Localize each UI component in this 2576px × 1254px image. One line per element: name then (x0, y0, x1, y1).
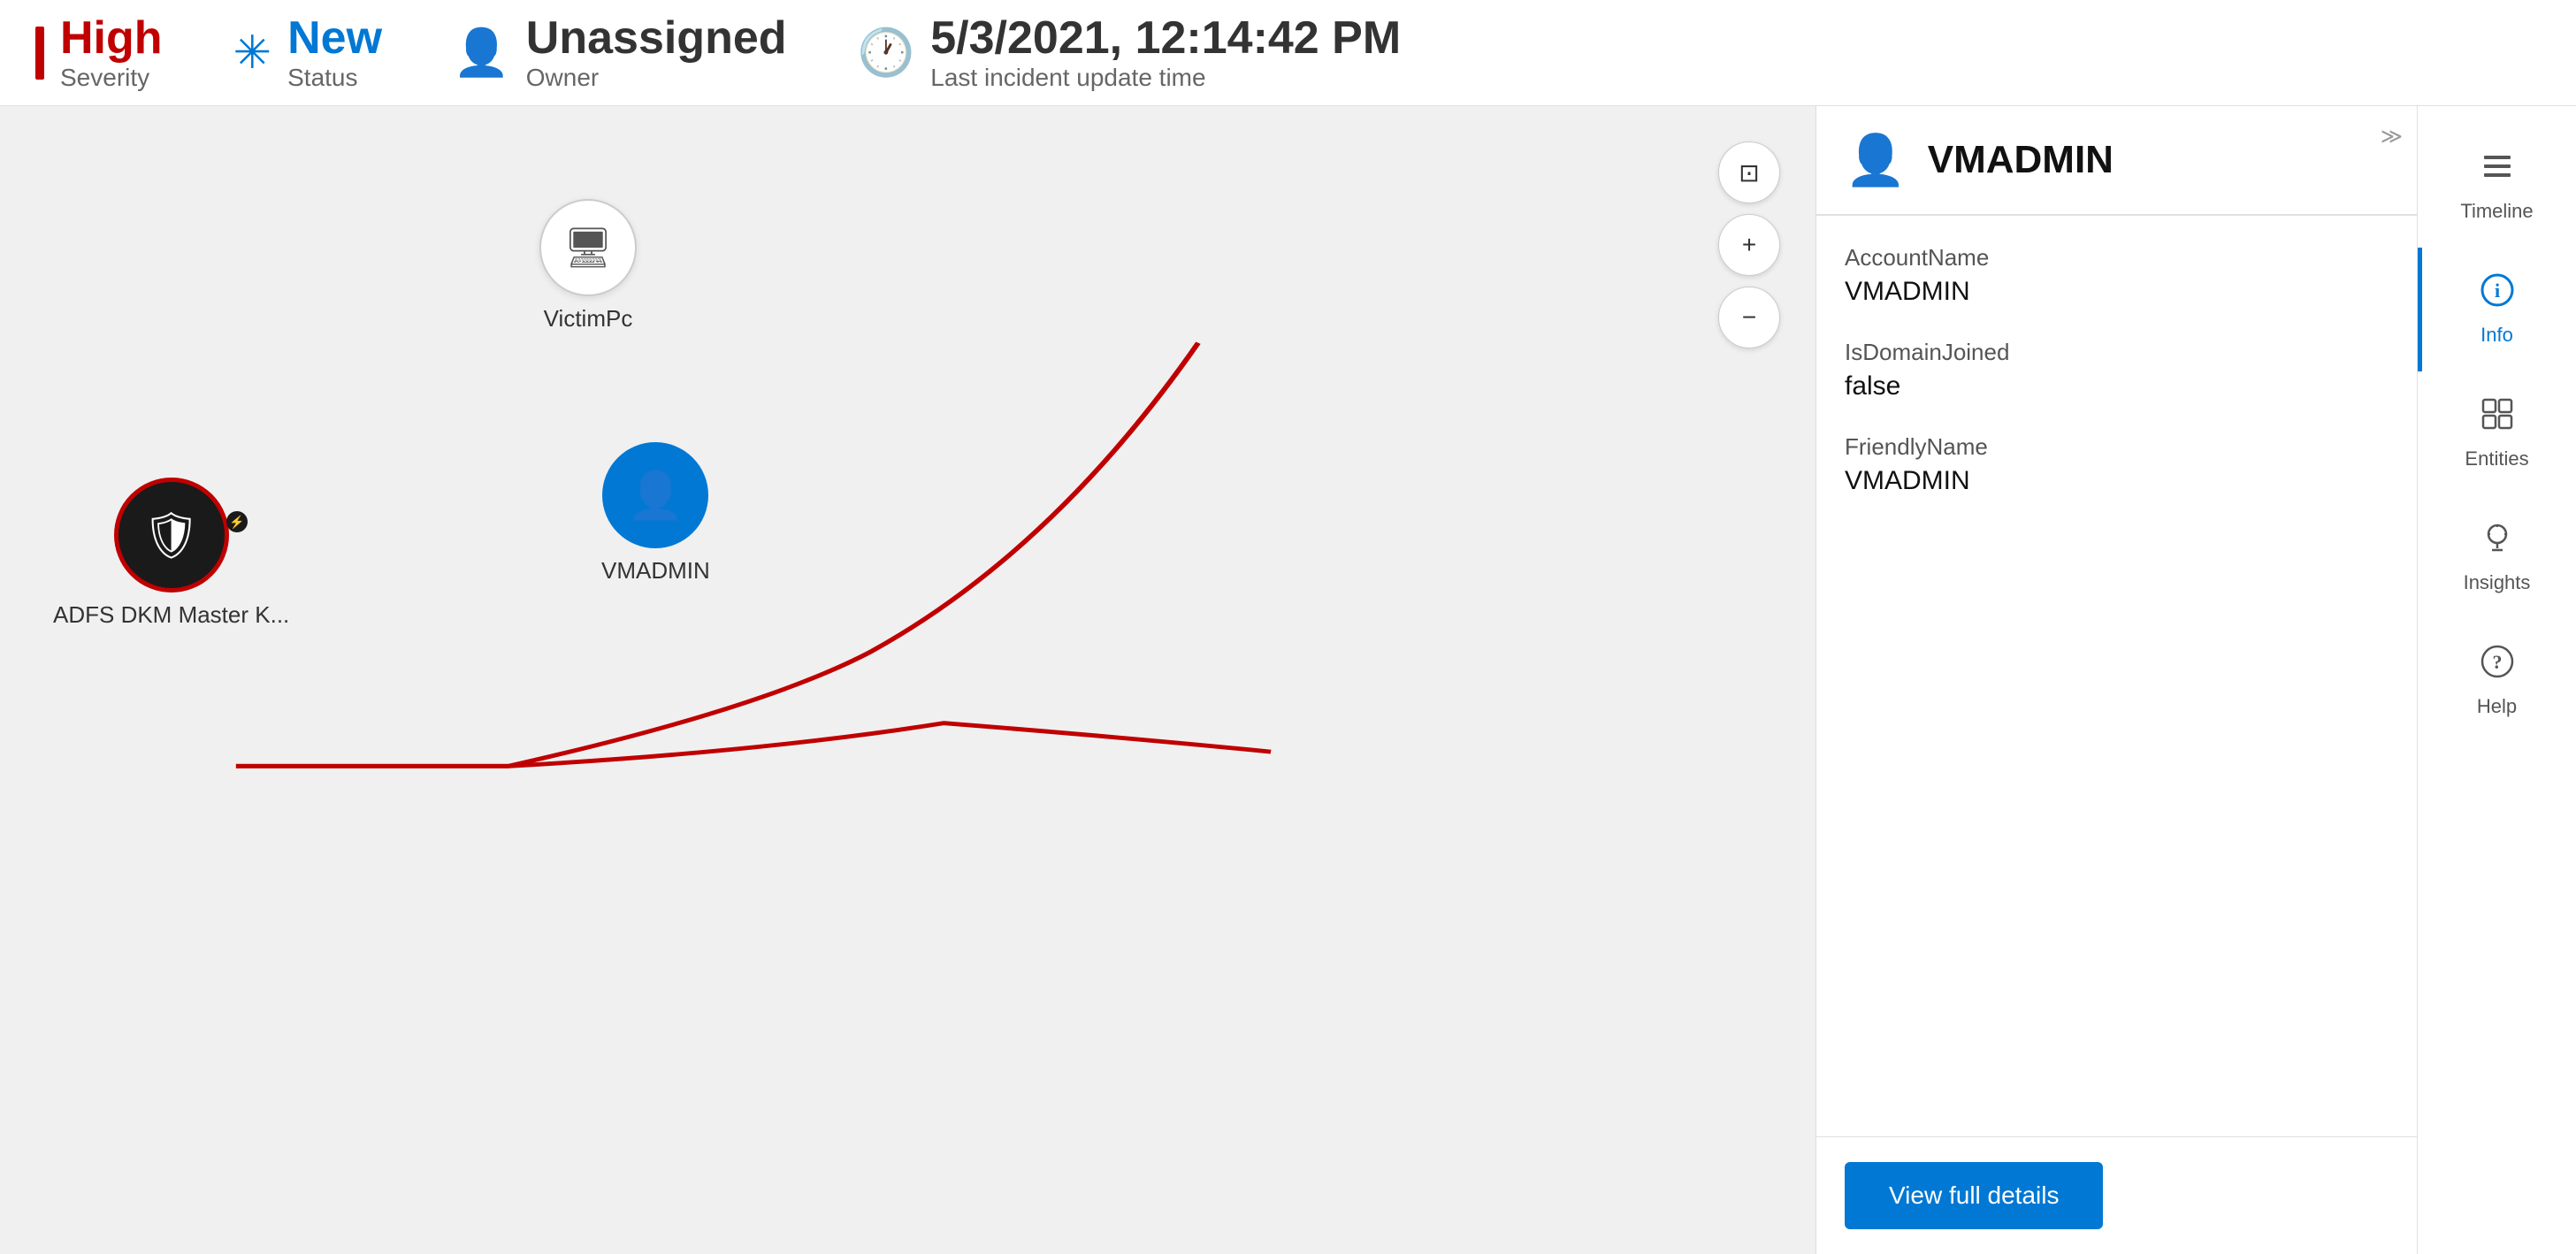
victim-icon: 🖥 (563, 225, 613, 271)
header: High Severity ✳ New Status 👤 Unassigned … (0, 0, 2576, 106)
path-midpoint: ⚡ (226, 511, 248, 532)
time-sub: Last incident update time (930, 64, 1401, 92)
right-panel: ≫ 👤 VMADMIN AccountName VMADMIN IsDomain… (1815, 106, 2417, 1254)
info-field-friendlyname: FriendlyName VMADMIN (1845, 433, 2389, 496)
status-icon: ✳ (233, 27, 272, 80)
owner-item: 👤 Unassigned Owner (453, 13, 786, 92)
status-item: ✳ New Status (233, 13, 383, 92)
alert-icon: 🛡 (142, 508, 201, 562)
vmadmin-node[interactable]: 👤 VMADMIN (601, 442, 710, 585)
insights-label: Insights (2464, 571, 2531, 594)
sidebar-nav: Timeline i Info Entities (2417, 106, 2576, 1254)
severity-sub: Severity (60, 64, 163, 92)
alert-label: ADFS DKM Master K... (53, 601, 289, 629)
svg-text:?: ? (2492, 651, 2502, 673)
isdomainjoined-value: false (1845, 371, 2389, 401)
sidebar-item-timeline[interactable]: Timeline (2418, 124, 2576, 248)
victim-label: VictimPc (544, 305, 633, 333)
severity-main: High (60, 13, 163, 64)
isdomainjoined-label: IsDomainJoined (1845, 339, 2389, 366)
friendlyname-value: VMADMIN (1845, 466, 2389, 496)
zoom-in-button[interactable]: + (1718, 214, 1780, 276)
right-panel-header: 👤 VMADMIN (1816, 106, 2417, 216)
status-text-group: New Status (287, 13, 382, 92)
owner-icon: 👤 (453, 26, 510, 80)
panel-collapse-button[interactable]: ≫ (2381, 124, 2403, 149)
vmadmin-icon: 👤 (627, 469, 684, 523)
entity-title: VMADMIN (1928, 138, 2114, 182)
vmadmin-label: VMADMIN (601, 557, 710, 585)
sidebar-item-entities[interactable]: Entities (2418, 371, 2576, 495)
alert-node[interactable]: 🛡 ADFS DKM Master K... (53, 478, 289, 629)
graph-area: 🖥 VictimPc 👤 VMADMIN 🛡 ADFS DKM Master K… (0, 106, 1815, 1254)
owner-sub: Owner (526, 64, 787, 92)
help-icon: ? (2480, 644, 2515, 688)
entity-icon: 👤 (1845, 131, 1907, 189)
right-panel-footer: View full details (1816, 1136, 2417, 1254)
accountname-value: VMADMIN (1845, 277, 2389, 307)
svg-text:i: i (2494, 279, 2499, 302)
severity-text-group: High Severity (60, 13, 163, 92)
status-main: New (287, 13, 382, 64)
entities-icon (2480, 396, 2515, 440)
zoom-out-icon: − (1742, 303, 1756, 332)
help-label: Help (2477, 695, 2517, 718)
info-icon: i (2480, 272, 2515, 317)
sidebar-item-help[interactable]: ? Help (2418, 619, 2576, 743)
owner-text-group: Unassigned Owner (526, 13, 787, 92)
sidebar-item-info[interactable]: i Info (2418, 248, 2576, 371)
severity-bar (35, 27, 44, 80)
severity-item: High Severity (35, 13, 163, 92)
fit-button[interactable]: ⊡ (1718, 141, 1780, 203)
timeline-icon (2480, 149, 2515, 193)
zoom-in-icon: + (1742, 231, 1756, 259)
accountname-label: AccountName (1845, 244, 2389, 271)
victim-node[interactable]: 🖥 VictimPc (539, 199, 637, 333)
victim-circle: 🖥 (539, 199, 637, 296)
alert-circle: 🛡 (114, 478, 229, 593)
friendlyname-label: FriendlyName (1845, 433, 2389, 461)
time-main: 5/3/2021, 12:14:42 PM (930, 13, 1401, 64)
graph-svg (0, 106, 1815, 1254)
info-field-accountname: AccountName VMADMIN (1845, 244, 2389, 307)
right-panel-body: AccountName VMADMIN IsDomainJoined false… (1816, 216, 2417, 1136)
main-area: 🖥 VictimPc 👤 VMADMIN 🛡 ADFS DKM Master K… (0, 106, 2576, 1254)
time-text-group: 5/3/2021, 12:14:42 PM Last incident upda… (930, 13, 1401, 92)
status-sub: Status (287, 64, 382, 92)
info-field-isdomainjoined: IsDomainJoined false (1845, 339, 2389, 401)
info-label: Info (2480, 324, 2513, 347)
view-details-button[interactable]: View full details (1845, 1162, 2103, 1229)
insights-icon (2480, 520, 2515, 564)
vmadmin-circle: 👤 (602, 442, 708, 548)
path-dot-icon: ⚡ (229, 515, 244, 530)
graph-controls: ⊡ + − (1718, 141, 1780, 348)
sidebar-item-insights[interactable]: Insights (2418, 495, 2576, 619)
entities-label: Entities (2465, 447, 2528, 470)
fit-icon: ⊡ (1739, 158, 1759, 187)
owner-main: Unassigned (526, 13, 787, 64)
timeline-label: Timeline (2460, 200, 2533, 223)
time-icon: 🕐 (858, 26, 915, 80)
time-item: 🕐 5/3/2021, 12:14:42 PM Last incident up… (858, 13, 1402, 92)
zoom-out-button[interactable]: − (1718, 287, 1780, 348)
